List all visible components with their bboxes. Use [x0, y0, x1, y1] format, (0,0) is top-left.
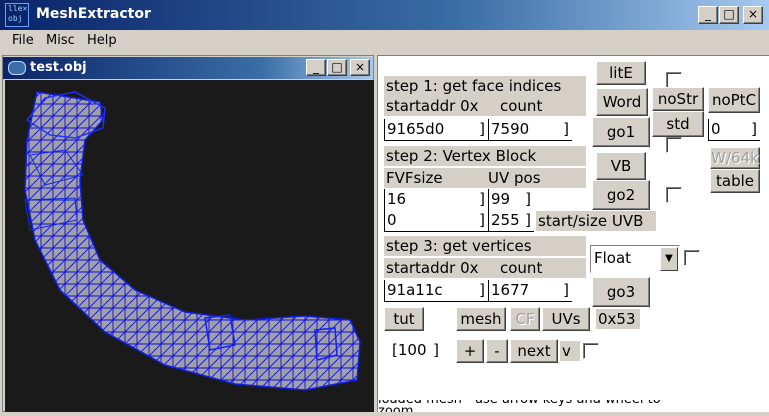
minus-button[interactable]: -	[486, 339, 508, 363]
menu-misc[interactable]: Misc	[46, 33, 75, 48]
plus-button[interactable]: +	[456, 339, 484, 363]
table-button[interactable]: table	[710, 169, 760, 193]
uvs-button[interactable]: UVs	[542, 307, 590, 331]
format-checkbox[interactable]	[684, 250, 700, 266]
close-button[interactable]: ×	[743, 6, 763, 24]
go3-button[interactable]: go3	[592, 277, 650, 307]
step1-startaddr-label: startaddr 0x	[386, 97, 479, 115]
step2-fvfsize-label: FVFsize	[386, 169, 443, 187]
startsize-uvb-label: start/size UVB	[536, 211, 656, 231]
vb-button[interactable]: VB	[596, 152, 646, 180]
word-button[interactable]: Word	[596, 88, 648, 116]
uvb-start-input[interactable]: 0]	[384, 210, 488, 232]
step1-title: step 1: get face indices	[384, 76, 586, 96]
go2-checkbox[interactable]	[666, 187, 682, 203]
window-title: MeshExtractor	[36, 6, 151, 22]
v-label: v	[560, 341, 580, 361]
minimize-button[interactable]: _	[698, 6, 718, 24]
lite-checkbox[interactable]	[666, 72, 682, 88]
menu-file[interactable]: File	[12, 33, 34, 48]
step2-uvpos-label: UV pos	[488, 169, 541, 187]
chevron-down-icon[interactable]: ▼	[660, 247, 678, 271]
child-close-button[interactable]: ×	[350, 59, 370, 76]
w64k-button: W/64k	[710, 147, 760, 169]
go1-button[interactable]: go1	[592, 117, 650, 147]
menu-help[interactable]: Help	[87, 33, 117, 48]
noptc-button[interactable]: noPtC	[708, 87, 760, 113]
app-icon: lle× obj	[5, 3, 29, 27]
mesh-window-title: test.obj	[30, 60, 87, 75]
mesh-render	[24, 91, 361, 391]
lite-button[interactable]: litE	[596, 61, 646, 85]
hex-readout: 0x53	[596, 309, 640, 329]
step3-startaddr-input[interactable]: 91a11c]	[384, 280, 488, 302]
step2-title: step 2: Vertex Block	[384, 146, 586, 166]
step3-labels: startaddr 0x count	[384, 258, 586, 278]
step3-title: step 3: get vertices	[384, 236, 586, 256]
step2-labels: FVFsize UV pos	[384, 168, 586, 188]
maximize-button[interactable]: □	[719, 6, 739, 24]
mesh-viewport[interactable]	[5, 80, 374, 412]
go2-button[interactable]: go2	[592, 180, 650, 210]
step1-startaddr-input[interactable]: 9165d0]	[384, 119, 488, 141]
status-line: loaded mesh - use arrow keys and wheel t…	[378, 400, 661, 412]
mesh-window-icon	[8, 61, 26, 75]
step3-count-input[interactable]: 1677]	[488, 280, 572, 302]
step1-labels: startaddr 0x count	[384, 96, 586, 116]
menu-bar: File Misc Help	[0, 30, 769, 52]
v-checkbox[interactable]	[583, 343, 599, 359]
child-maximize-button[interactable]: □	[327, 59, 347, 76]
std-checkbox[interactable]	[666, 137, 682, 153]
nostr-button[interactable]: noStr	[652, 87, 704, 111]
step-value-input[interactable]: [100]	[390, 340, 442, 362]
step3-startaddr-label: startaddr 0x	[386, 259, 479, 277]
next-button[interactable]: next	[510, 339, 558, 363]
fvfsize-input[interactable]: 16]	[384, 189, 488, 211]
side-value-input[interactable]: 0]	[708, 119, 760, 141]
uvpos-input[interactable]: 99]	[488, 189, 534, 211]
std-button[interactable]: std	[652, 111, 704, 137]
tut-button[interactable]: tut	[384, 307, 424, 331]
step3-count-label: count	[500, 259, 543, 277]
step1-count-label: count	[500, 97, 543, 115]
mesh-button[interactable]: mesh	[456, 307, 506, 331]
step1-count-input[interactable]: 7590]	[488, 119, 572, 141]
child-minimize-button[interactable]: _	[306, 59, 326, 76]
uvb-size-input[interactable]: 255]	[488, 210, 534, 232]
format-select[interactable]: Float ▼	[590, 245, 680, 273]
cf-button: CF	[510, 307, 540, 331]
